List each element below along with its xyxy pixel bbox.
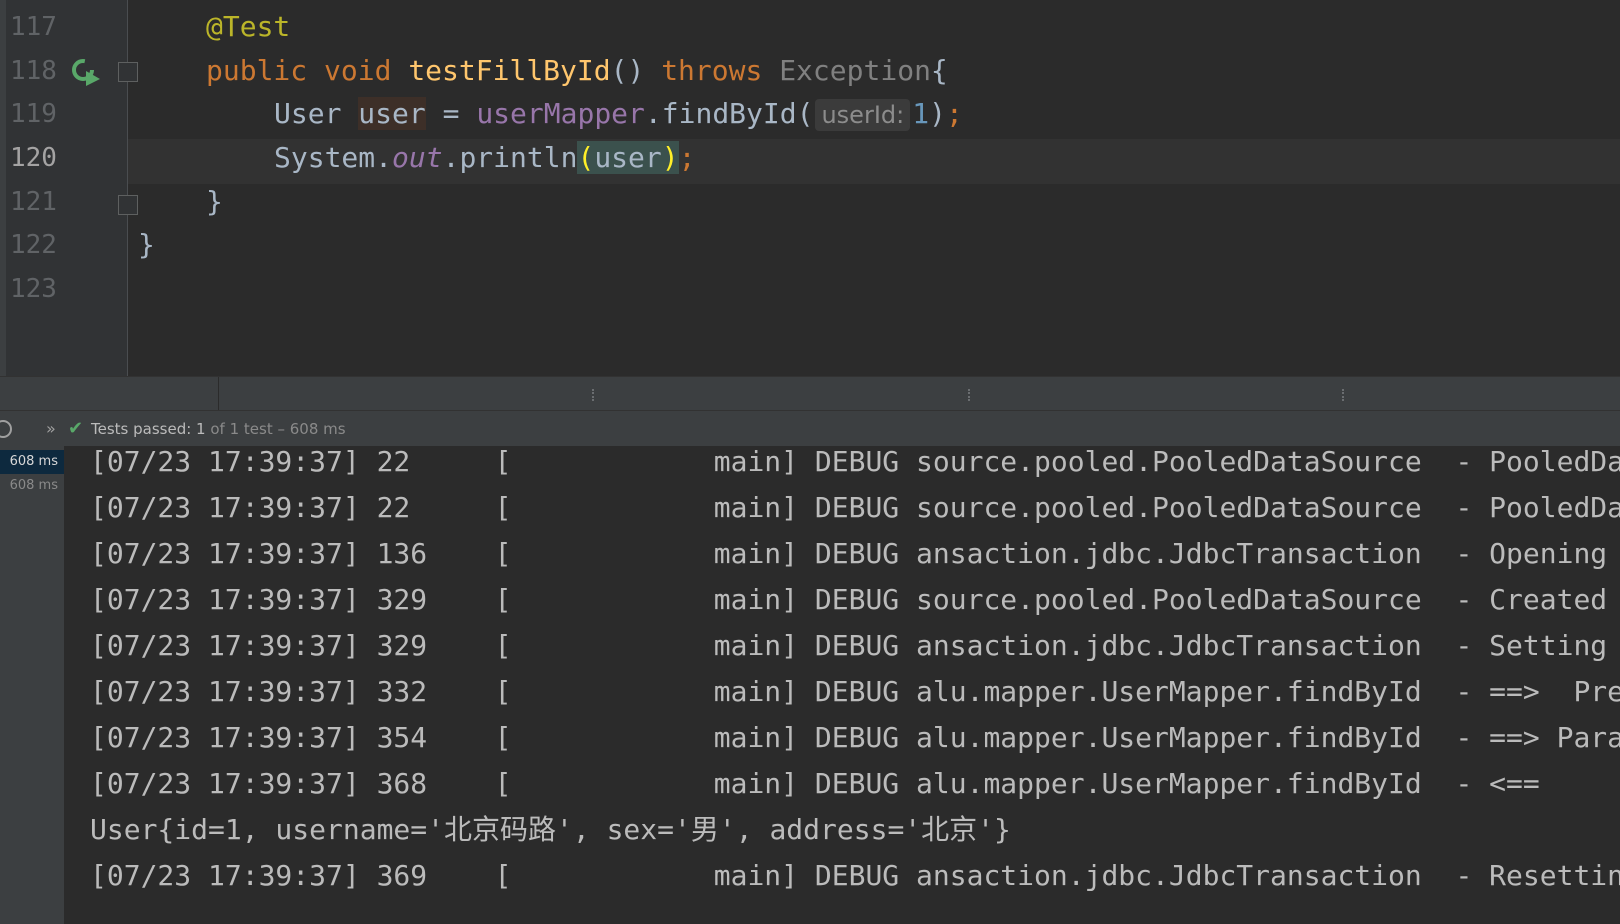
line-number-current: 120 bbox=[10, 143, 57, 173]
gutter-edge bbox=[0, 0, 6, 376]
test-status-bar: » ✔ Tests passed: 1 of 1 test – 608 ms bbox=[0, 410, 1620, 447]
parens: () bbox=[610, 54, 645, 87]
line-number: 117 bbox=[10, 12, 57, 42]
operator: = bbox=[425, 97, 477, 130]
line-number: 121 bbox=[10, 187, 57, 217]
test-tree-item[interactable]: 608 ms bbox=[0, 474, 64, 498]
semicolon: ; bbox=[945, 97, 963, 130]
fold-marker-icon[interactable] bbox=[118, 62, 138, 82]
brace: } bbox=[138, 228, 155, 261]
code-line-122: } bbox=[138, 230, 155, 260]
code-editor[interactable]: 117 118 119 120 121 122 123 @Test public… bbox=[0, 0, 1620, 376]
code-line-117: @Test bbox=[206, 12, 290, 42]
code-line-120: System.out.println(user); bbox=[274, 141, 696, 174]
test-status-text: Tests passed: 1 of 1 test – 608 ms bbox=[91, 420, 346, 438]
fold-marker-icon[interactable] bbox=[118, 195, 138, 215]
console-line: [07/23 17:39:37] 329 [ main] DEBUG ansac… bbox=[90, 629, 1608, 662]
console-line: [07/23 17:39:37] 368 [ main] DEBUG alu.m… bbox=[90, 767, 1540, 800]
exception-type: Exception bbox=[779, 54, 931, 87]
method-name: testFillById bbox=[408, 54, 611, 87]
line-number: 123 bbox=[10, 274, 57, 304]
console-line: [07/23 17:39:37] 22 [ main] DEBUG source… bbox=[90, 491, 1620, 524]
drag-handle-icon[interactable] bbox=[1342, 389, 1346, 401]
run-test-icon[interactable] bbox=[72, 58, 102, 86]
drag-handle-icon[interactable] bbox=[968, 389, 972, 401]
paren: ) bbox=[929, 97, 946, 130]
chevron-double-right-icon[interactable]: » bbox=[46, 419, 56, 438]
tool-window-splitter[interactable] bbox=[0, 376, 1620, 411]
console-user-output: User{id=1, username='北京码路', sex='男', add… bbox=[90, 813, 1011, 846]
argument: user bbox=[594, 141, 662, 174]
variable: user bbox=[358, 97, 426, 130]
brace: { bbox=[930, 54, 948, 87]
keyword: throws bbox=[661, 54, 763, 87]
field: userMapper bbox=[476, 97, 645, 130]
history-clock-icon[interactable] bbox=[0, 420, 12, 438]
annotation: @Test bbox=[206, 10, 291, 43]
number: 1 bbox=[912, 97, 930, 130]
line-number: 119 bbox=[10, 99, 57, 129]
keyword: void bbox=[324, 54, 392, 87]
parameter-hint: userId: bbox=[815, 99, 911, 131]
matched-paren: ( bbox=[577, 141, 595, 174]
console-line: [07/23 17:39:37] 332 [ main] DEBUG alu.m… bbox=[90, 675, 1620, 708]
console-line: [07/23 17:39:37] 354 [ main] DEBUG alu.m… bbox=[90, 721, 1620, 754]
console-line: [07/23 17:39:37] 369 [ main] DEBUG ansac… bbox=[90, 859, 1620, 892]
type-name: User bbox=[274, 97, 342, 130]
tests-passed-label: Tests passed: 1 bbox=[91, 420, 206, 438]
console-line: [07/23 17:39:37] 136 [ main] DEBUG ansac… bbox=[90, 537, 1608, 570]
method-call: .findById( bbox=[644, 97, 814, 130]
splitter-segment bbox=[218, 377, 219, 411]
static-field: out bbox=[392, 141, 443, 174]
semicolon: ; bbox=[678, 141, 696, 174]
code-line-119: User user = userMapper.findById(userId: 1… bbox=[274, 97, 963, 131]
matched-paren: ) bbox=[661, 141, 679, 174]
drag-handle-icon[interactable] bbox=[592, 389, 596, 401]
console-line: [07/23 17:39:37] 329 [ main] DEBUG sourc… bbox=[90, 583, 1608, 616]
code-line-118: public void testFillById() throws Except… bbox=[206, 56, 948, 86]
console-line: [07/23 17:39:37] 22 [ main] DEBUG source… bbox=[90, 446, 1620, 478]
brace: } bbox=[206, 185, 223, 218]
keyword: public bbox=[206, 54, 308, 87]
test-tree-item-selected[interactable]: 608 ms bbox=[0, 450, 64, 474]
line-number: 118 bbox=[10, 56, 57, 86]
line-number: 122 bbox=[10, 230, 57, 260]
check-icon: ✔ bbox=[68, 418, 84, 439]
tests-detail: of 1 test – 608 ms bbox=[205, 420, 346, 438]
console-output[interactable]: [07/23 17:39:37] 22 [ main] DEBUG source… bbox=[64, 446, 1620, 924]
class-ref: System. bbox=[274, 141, 393, 174]
method-call: .println bbox=[442, 141, 578, 174]
code-line-121: } bbox=[206, 187, 223, 217]
gutter-separator bbox=[127, 0, 128, 376]
test-tree-panel: 608 ms 608 ms bbox=[0, 446, 64, 924]
